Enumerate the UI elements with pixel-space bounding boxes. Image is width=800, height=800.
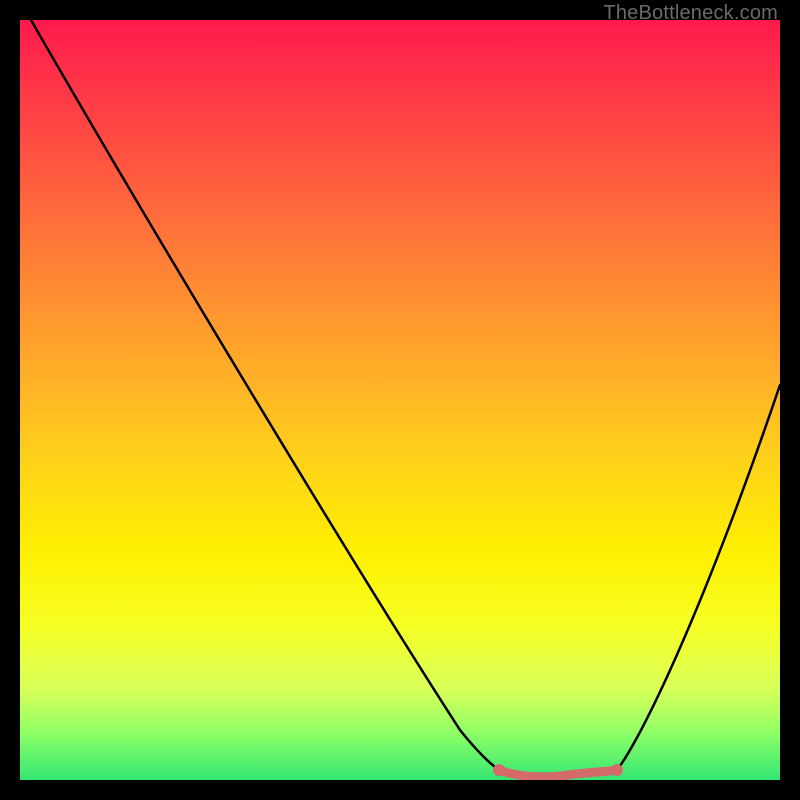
chart-frame: TheBottleneck.com	[0, 0, 800, 800]
marker-right	[611, 764, 623, 776]
right-curve	[617, 385, 780, 770]
curve-layer	[20, 20, 780, 780]
flat-segment	[499, 770, 617, 777]
marker-left	[493, 764, 505, 776]
plot-area	[20, 20, 780, 780]
left-curve	[31, 20, 499, 770]
